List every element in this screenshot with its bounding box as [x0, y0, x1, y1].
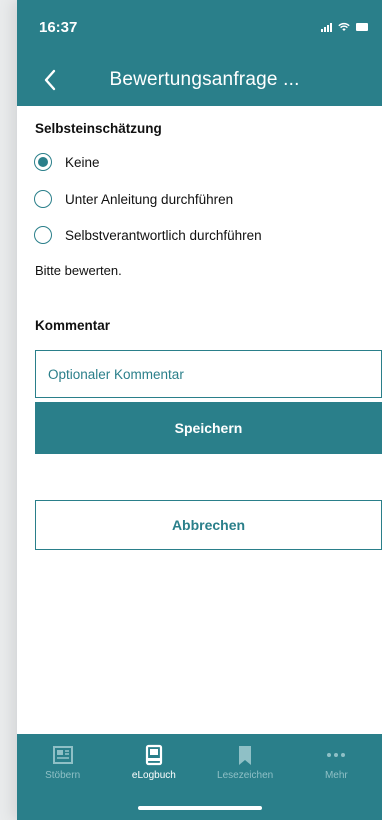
- self-assessment-heading: Selbsteinschätzung: [35, 121, 162, 136]
- radio-label: Unter Anleitung durchführen: [65, 191, 234, 207]
- cancel-button[interactable]: Abbrechen: [35, 500, 382, 550]
- comment-placeholder: Optionaler Kommentar: [48, 366, 184, 382]
- home-indicator[interactable]: [138, 806, 262, 810]
- book-icon: [145, 744, 162, 766]
- tab-label: Stöbern: [45, 770, 81, 781]
- comment-input[interactable]: Optionaler Kommentar: [35, 350, 382, 398]
- save-button[interactable]: Speichern: [35, 402, 382, 454]
- comment-heading: Kommentar: [35, 318, 111, 333]
- more-dots-icon: [327, 753, 346, 757]
- radio-label: Keine: [65, 154, 100, 170]
- bookmark-icon: [239, 746, 252, 765]
- radio-option-keine[interactable]: Keine: [34, 153, 100, 171]
- rating-hint: Bitte bewerten.: [35, 263, 122, 278]
- tab-label: eLogbuch: [131, 770, 176, 781]
- tab-label: Mehr: [324, 770, 348, 781]
- radio-selected-icon: [34, 153, 52, 171]
- newspaper-icon: [52, 746, 73, 764]
- tab-label: Lesezeichen: [217, 770, 274, 781]
- phone-screen: 16:37 Bewertungsanfrage ... Selbsteinsch…: [17, 0, 382, 820]
- battery-icon: [356, 23, 368, 31]
- radio-label: Selbstverantwortlich durchführen: [65, 227, 262, 243]
- radio-unselected-icon: [34, 226, 52, 244]
- tab-stoebern[interactable]: Stöbern: [17, 744, 108, 820]
- nav-bar: Bewertungsanfrage ...: [17, 54, 382, 106]
- signal-icon: [321, 22, 332, 32]
- status-icons: [321, 22, 368, 32]
- status-bar: 16:37: [17, 0, 382, 54]
- wifi-icon: [338, 22, 350, 31]
- tab-mehr[interactable]: Mehr: [291, 744, 382, 820]
- status-time: 16:37: [39, 18, 78, 36]
- radio-option-selbstverantwortlich[interactable]: Selbstverantwortlich durchführen: [34, 226, 262, 244]
- tab-bar: Stöbern eLogbuch Lesezeichen Mehr: [17, 734, 382, 820]
- radio-unselected-icon: [34, 190, 52, 208]
- radio-option-unter-anleitung[interactable]: Unter Anleitung durchführen: [34, 190, 233, 208]
- page-title: Bewertungsanfrage ...: [109, 69, 300, 90]
